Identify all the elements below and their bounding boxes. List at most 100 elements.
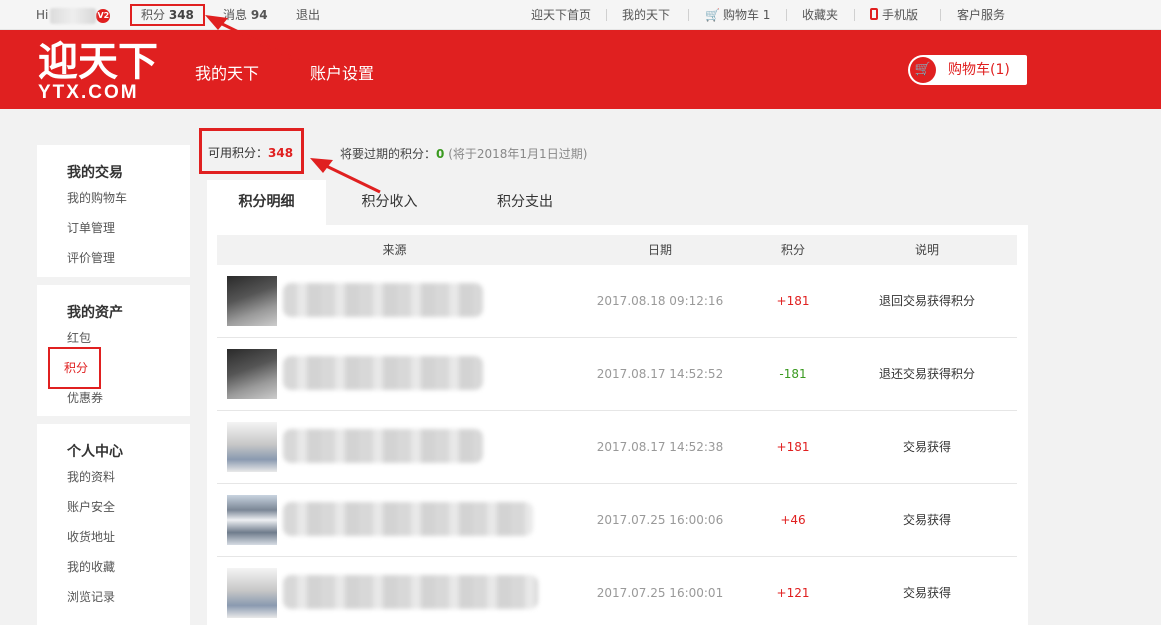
- cart-icon: 🛒: [910, 57, 936, 83]
- table-row: 2017.07.25 16:00:06 +46 交易获得: [217, 484, 1017, 557]
- sidebar-item-profile[interactable]: 我的资料: [67, 462, 190, 492]
- top-cart-link[interactable]: 🛒 购物车 1: [705, 0, 770, 30]
- row-date: 2017.07.25 16:00:01: [596, 586, 724, 600]
- sidebar-section-trade: 我的交易 我的购物车 订单管理 评价管理: [37, 145, 190, 277]
- points-label: 积分: [141, 8, 166, 22]
- sidebar-item-points-label: 积分: [48, 347, 102, 389]
- points-value: 348: [168, 8, 194, 22]
- product-thumbnail[interactable]: [227, 276, 277, 326]
- table-row: 2017.08.17 14:52:38 +181 交易获得: [217, 411, 1017, 484]
- greeting-text: Hi: [36, 8, 49, 22]
- username-blurred[interactable]: [50, 7, 97, 24]
- column-points: 积分: [780, 243, 805, 257]
- row-points: -181: [779, 367, 807, 381]
- expiring-points-note: (将于2018年1月1日过期): [448, 147, 588, 161]
- row-date: 2017.07.25 16:00:06: [596, 513, 724, 527]
- sidebar: 我的交易 我的购物车 订单管理 评价管理 我的资产 红包 积分 优惠券 个人中心…: [37, 145, 190, 625]
- points-tabs: 积分明细 积分收入 积分支出: [207, 180, 1028, 225]
- row-points: +181: [776, 294, 810, 308]
- sidebar-item-address[interactable]: 收货地址: [67, 522, 190, 552]
- row-date: 2017.08.18 09:12:16: [596, 294, 724, 308]
- expiring-points-label: 将要过期的积分：: [340, 147, 437, 161]
- expiring-points-value: 0: [436, 147, 445, 161]
- divider: [37, 277, 190, 285]
- messages-link[interactable]: 消息 94: [223, 0, 268, 30]
- sidebar-section-title: 个人中心: [67, 444, 123, 460]
- cart-icon: 🛒: [705, 8, 720, 22]
- column-description: 说明: [914, 243, 939, 257]
- product-name-blurred[interactable]: [283, 502, 533, 536]
- available-points: 可用积分：348: [199, 128, 304, 174]
- sidebar-item-points[interactable]: 积分: [48, 347, 190, 389]
- top-bar: Hi V2 积分 348 消息 94 退出 迎天下首页 我的天下 🛒 购物车 1 收…: [0, 0, 1161, 30]
- product-thumbnail[interactable]: [227, 495, 277, 545]
- row-points: +121: [776, 586, 810, 600]
- tab-points-income[interactable]: 积分收入: [347, 180, 432, 225]
- points-link[interactable]: 积分 348: [130, 4, 205, 26]
- product-thumbnail[interactable]: [227, 422, 277, 472]
- sidebar-section-title: 我的资产: [67, 305, 123, 321]
- row-points: +181: [776, 440, 810, 454]
- nav-account-settings[interactable]: 账户设置: [310, 60, 374, 84]
- sidebar-item-orders[interactable]: 订单管理: [67, 213, 190, 243]
- my-ytx-link[interactable]: 我的天下: [622, 0, 670, 30]
- column-source: 来源: [382, 243, 407, 257]
- column-date: 日期: [647, 243, 672, 257]
- divider: [688, 9, 689, 21]
- row-description: 退还交易获得积分: [878, 367, 975, 381]
- divider: [37, 416, 190, 424]
- messages-label: 消息: [223, 8, 248, 22]
- tab-points-expense[interactable]: 积分支出: [475, 180, 575, 225]
- row-points: +46: [780, 513, 806, 527]
- sidebar-item-cart[interactable]: 我的购物车: [67, 183, 190, 213]
- table-row: 2017.07.25 16:00:01 +121 交易获得: [217, 557, 1017, 625]
- divider: [854, 9, 855, 21]
- product-name-blurred[interactable]: [283, 356, 483, 390]
- sidebar-item-security[interactable]: 账户安全: [67, 492, 190, 522]
- home-link[interactable]: 迎天下首页: [531, 0, 591, 30]
- row-description: 交易获得: [902, 513, 951, 527]
- mobile-label: 手机版: [882, 8, 919, 22]
- sidebar-item-favorites[interactable]: 我的收藏: [67, 552, 190, 582]
- sidebar-section-title: 我的交易: [67, 165, 123, 181]
- table-row: 2017.08.17 14:52:52 -181 退还交易获得积分: [217, 338, 1017, 411]
- header: 迎天下 YTX.COM 我的天下 账户设置 🛒 购物车(1): [0, 30, 1161, 109]
- product-thumbnail[interactable]: [227, 349, 277, 399]
- product-thumbnail[interactable]: [227, 568, 277, 618]
- row-description: 退回交易获得积分: [878, 294, 975, 308]
- row-description: 交易获得: [902, 586, 951, 600]
- sidebar-item-history[interactable]: 浏览记录: [67, 582, 190, 612]
- row-description: 交易获得: [902, 440, 951, 454]
- available-points-label: 可用积分：: [208, 146, 269, 160]
- service-link[interactable]: 客户服务: [957, 0, 1005, 30]
- vip-badge: V2: [96, 8, 111, 23]
- sidebar-section-assets: 我的资产 红包 积分 优惠券: [37, 285, 190, 416]
- mobile-link[interactable]: 手机版: [870, 0, 918, 30]
- product-name-blurred[interactable]: [283, 429, 483, 463]
- available-points-value: 348: [268, 146, 294, 160]
- phone-icon: [870, 8, 878, 20]
- greeting: Hi V2: [36, 0, 111, 30]
- expiring-points: 将要过期的积分：0 (将于2018年1月1日过期): [340, 145, 587, 162]
- points-table: 来源 日期 积分 说明 2017.08.18 09:12:16 +181 退回交…: [207, 225, 1028, 625]
- divider: [940, 9, 941, 21]
- favorites-link[interactable]: 收藏夹: [802, 0, 838, 30]
- sidebar-section-personal: 个人中心 我的资料 账户安全 收货地址 我的收藏 浏览记录: [37, 424, 190, 625]
- cart-button-label: 购物车(1): [948, 62, 1010, 78]
- logo-text-en: YTX.COM: [38, 82, 139, 103]
- logo-text-cn: 迎天下: [38, 39, 158, 85]
- cart-button[interactable]: 🛒 购物车(1): [908, 55, 1027, 85]
- tab-points-detail[interactable]: 积分明细: [207, 180, 326, 225]
- sidebar-item-reviews[interactable]: 评价管理: [67, 243, 190, 273]
- product-name-blurred[interactable]: [283, 575, 538, 609]
- product-name-blurred[interactable]: [283, 283, 483, 317]
- row-date: 2017.08.17 14:52:52: [596, 367, 724, 381]
- nav-my-ytx[interactable]: 我的天下: [195, 60, 259, 84]
- site-logo[interactable]: 迎天下 YTX.COM: [38, 40, 158, 102]
- top-cart-label: 购物车 1: [722, 8, 771, 22]
- table-row: 2017.08.18 09:12:16 +181 退回交易获得积分: [217, 265, 1017, 338]
- row-date: 2017.08.17 14:52:38: [596, 440, 724, 454]
- messages-count: 94: [250, 8, 268, 22]
- logout-link[interactable]: 退出: [296, 0, 320, 30]
- divider: [606, 9, 607, 21]
